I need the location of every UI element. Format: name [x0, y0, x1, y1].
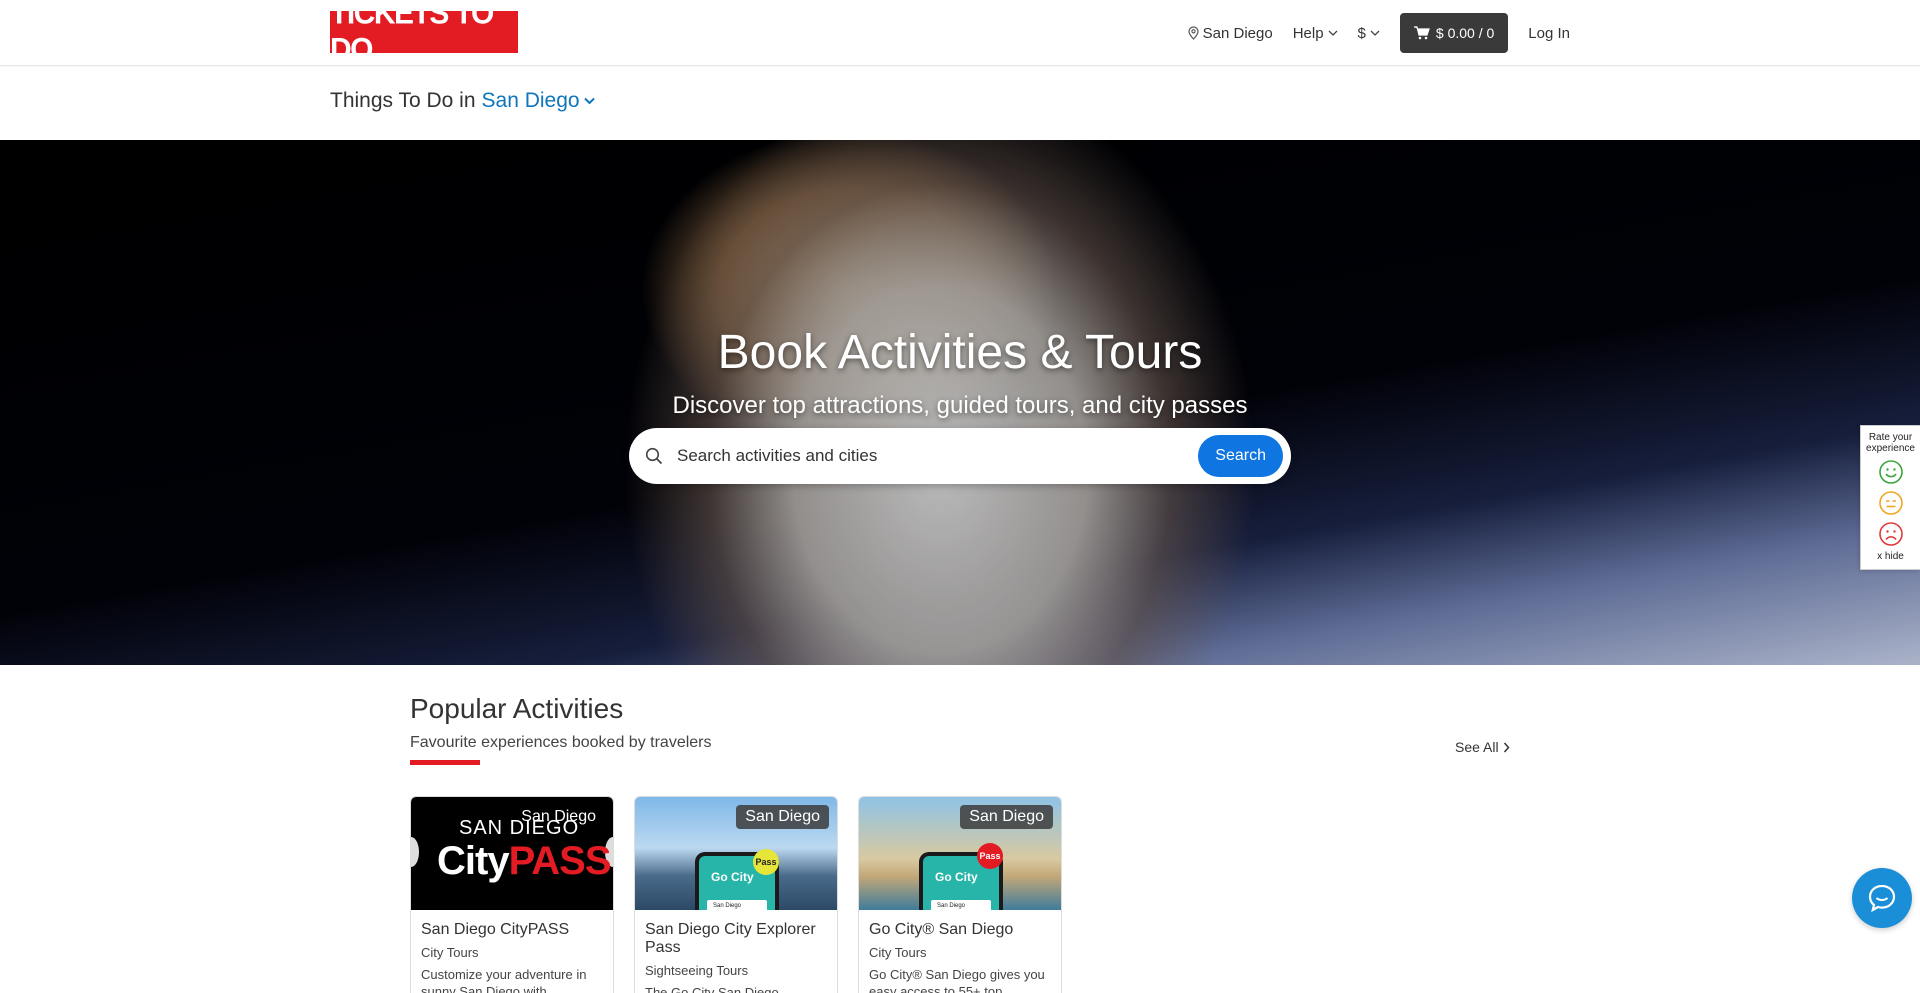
card-body: Go City® San Diego City Tours Go City® S…: [859, 910, 1061, 993]
cart-button[interactable]: $ 0.00 / 0: [1399, 13, 1509, 53]
rate-label: Rate your experience: [1866, 432, 1915, 454]
activity-card-image: Go City San Diego Pass San Diego: [859, 797, 1061, 910]
cart-total: $ 0.00 / 0: [1435, 25, 1495, 41]
chevron-down-icon: [583, 97, 595, 105]
happy-face-icon[interactable]: [1878, 459, 1904, 485]
card-description: The Go City San Diego: [645, 985, 779, 993]
see-all-label: See All: [1455, 739, 1499, 755]
search-input[interactable]: [665, 436, 1199, 476]
image-text: CityPASS: [437, 839, 612, 884]
city-dropdown[interactable]: San Diego: [482, 89, 595, 113]
chat-button[interactable]: [1852, 868, 1912, 928]
hero-title: Book Activities & Tours: [717, 326, 1203, 379]
city-dropdown-label: San Diego: [481, 89, 580, 112]
card-category: City Tours: [421, 945, 479, 960]
search-button[interactable]: Search: [1198, 435, 1283, 477]
shopping-cart-icon: [1413, 26, 1430, 40]
neutral-face-icon[interactable]: [1878, 490, 1904, 516]
currency-selector[interactable]: $: [1348, 25, 1390, 42]
search-icon: [643, 445, 665, 467]
search-bar: Search: [629, 428, 1291, 484]
sad-face-icon[interactable]: [1878, 521, 1904, 547]
card-body: San Diego City Explorer Pass Sightseeing…: [635, 910, 837, 993]
card-title[interactable]: San Diego City Explorer Pass: [645, 921, 827, 957]
card-category: Sightseeing Tours: [645, 963, 749, 978]
section-title: Popular Activities: [410, 693, 624, 724]
image-text-pass: PASS: [508, 839, 612, 883]
location-label: San Diego: [1202, 24, 1273, 42]
rate-experience-widget: Rate your experience x hide: [1860, 425, 1920, 570]
image-text: San Diego: [707, 900, 767, 910]
map-pin-icon: [1188, 26, 1199, 40]
chevron-right-icon: [1503, 742, 1510, 752]
page-title-prefix: Things To Do in: [330, 89, 476, 112]
see-all-link[interactable]: See All: [1455, 739, 1510, 755]
chevron-down-icon: [1328, 30, 1338, 36]
image-text: Go City: [935, 870, 978, 884]
pass-badge-graphic: Pass: [753, 849, 779, 875]
section-subtitle: Favourite experiences booked by traveler…: [410, 734, 712, 751]
top-navigation-bar: TICKETS TO DO San Diego Help $ $ 0.00 / …: [0, 0, 1920, 67]
card-title[interactable]: San Diego CityPASS: [421, 921, 603, 939]
activity-card-image: Go City San Diego Pass San Diego: [635, 797, 837, 910]
image-text: San Diego: [931, 900, 991, 910]
city-header: Things To Do in San Diego: [0, 67, 1920, 140]
help-menu[interactable]: Help: [1283, 25, 1348, 42]
help-label: Help: [1292, 24, 1324, 42]
page-title: Things To Do in San Diego: [330, 89, 595, 113]
activity-card[interactable]: SAN DIEGO CityPASS San Diego San Diego C…: [410, 796, 614, 993]
card-category: City Tours: [869, 945, 927, 960]
activity-card[interactable]: Go City San Diego Pass San Diego Go City…: [858, 796, 1062, 993]
header-nav: San Diego Help $ $ 0.00 / 0 Log In: [1178, 13, 1580, 53]
site-logo[interactable]: TICKETS TO DO: [330, 0, 518, 67]
hero-banner: Book Activities & Tours Discover top att…: [0, 140, 1920, 665]
login-link[interactable]: Log In: [1518, 25, 1580, 42]
chevron-down-icon: [1370, 30, 1380, 36]
image-text-city: City: [437, 839, 510, 883]
location-selector[interactable]: San Diego: [1178, 25, 1283, 42]
section-underline: [410, 760, 480, 765]
location-badge: San Diego: [736, 805, 829, 829]
pass-badge-graphic: Pass: [977, 843, 1003, 869]
login-label: Log In: [1528, 24, 1570, 42]
card-description: Go City® San Diego gives you easy access…: [869, 967, 1045, 993]
location-badge: San Diego: [521, 808, 596, 825]
activity-card[interactable]: Go City San Diego Pass San Diego San Die…: [634, 796, 838, 993]
hero-subtitle: Discover top attractions, guided tours, …: [672, 392, 1248, 419]
image-text: Go City: [711, 870, 754, 884]
card-description: Customize your adventure in sunny San Di…: [421, 967, 587, 993]
card-title[interactable]: Go City® San Diego: [869, 921, 1051, 939]
chat-bubble-icon: [1868, 884, 1896, 913]
location-badge: San Diego: [960, 805, 1053, 829]
rate-hide-button[interactable]: x hide: [1861, 551, 1920, 562]
ticket-notch: [411, 837, 419, 867]
activity-card-image: SAN DIEGO CityPASS San Diego: [411, 797, 613, 910]
currency-label: $: [1357, 24, 1366, 42]
card-body: San Diego CityPASS City Tours Customize …: [411, 910, 613, 993]
